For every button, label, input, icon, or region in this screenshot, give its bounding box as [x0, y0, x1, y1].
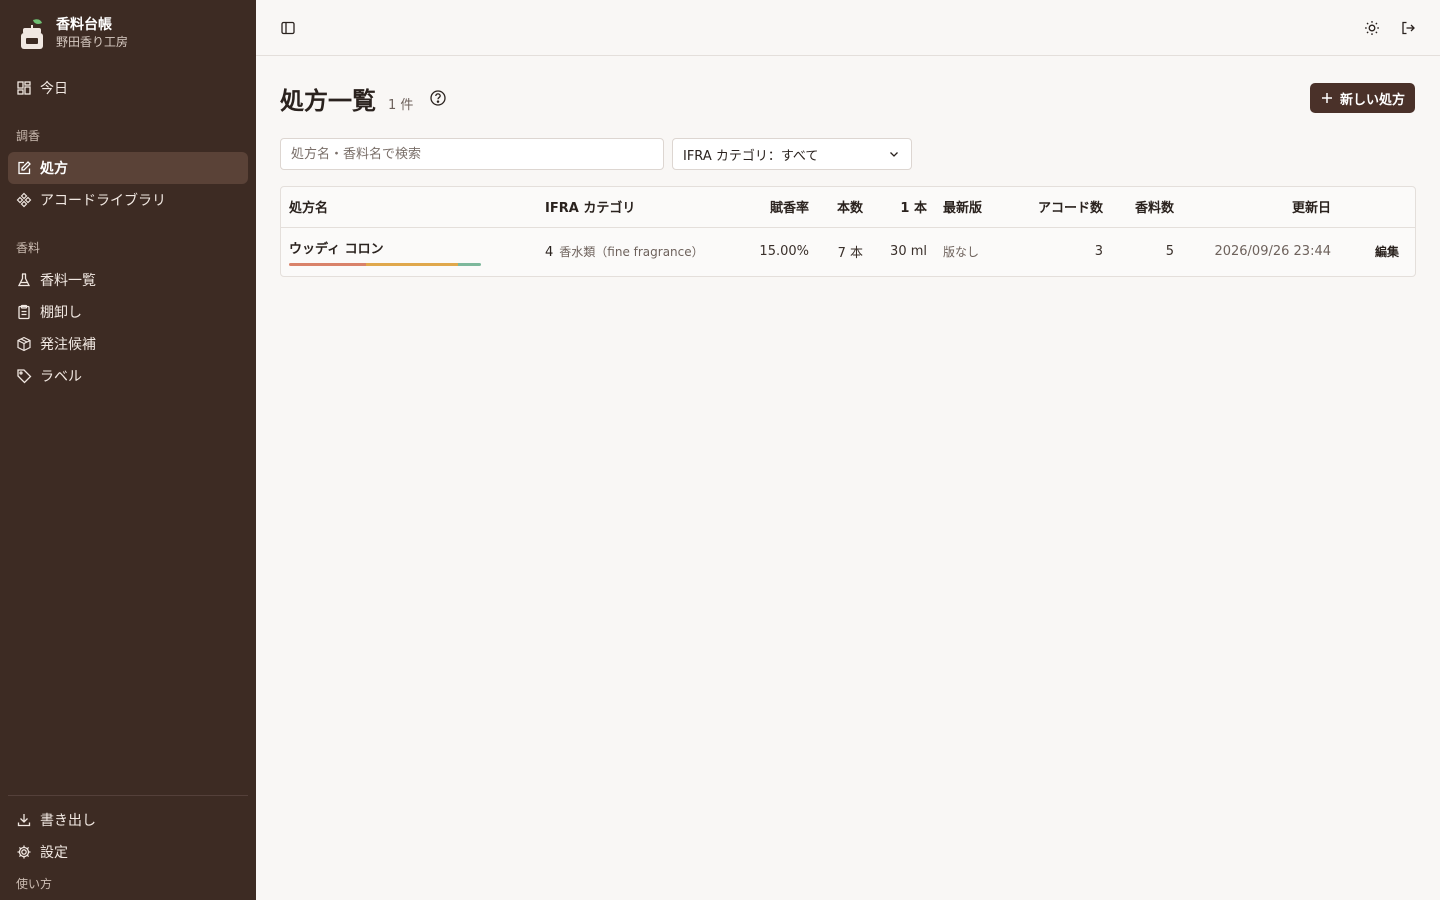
accord-composition-bar	[289, 262, 481, 266]
table-row[interactable]: ウッディ コロン 4 香水類（fine fragrance） 15.00% 7 本…	[281, 227, 1415, 276]
recipe-name-link[interactable]: ウッディ コロン	[289, 238, 529, 257]
sidebar-item-label: 発注候補	[40, 337, 96, 353]
column-header-actions	[1339, 187, 1415, 228]
nav-group-label: 香料	[16, 241, 41, 255]
ifra-number: 4	[545, 245, 554, 261]
sidebar-item-label: 書き出し	[40, 813, 96, 829]
sidebar-item-settings[interactable]: 設定	[8, 836, 248, 868]
sidebar-item-label: 棚卸し	[40, 305, 82, 321]
cell-volume: 30 ml	[890, 244, 927, 260]
sun-icon	[1365, 20, 1379, 35]
nav-group-label: 調香	[16, 129, 41, 143]
sidebar-item-export[interactable]: 書き出し	[8, 804, 248, 836]
cell-actions: 編集	[1339, 227, 1415, 276]
sidebar-item-recipes[interactable]: 処方	[8, 152, 248, 184]
cell-updated: 2026/09/26 23:44	[1182, 227, 1339, 276]
recipes-table: 処方名 IFRA カテゴリ 賦香率 本数 1 本 最新版 アコード数 香料数 更…	[280, 186, 1416, 277]
edit-button[interactable]: 編集	[1375, 245, 1399, 259]
new-recipe-label: 新しい処方	[1339, 92, 1405, 108]
accord-segment	[289, 262, 366, 266]
logout-icon	[1402, 21, 1415, 34]
app-root: 香料台帳 野田香り工房 今日 調香 処方 アコードライブラリ 香料 香料一覧 棚…	[0, 0, 1440, 900]
sidebar-item-today[interactable]: 今日	[8, 72, 248, 104]
topbar-actions	[1356, 12, 1424, 44]
cell-count: 7 本	[837, 246, 863, 262]
brand-subtitle: 野田香り工房	[56, 35, 129, 49]
edit-icon	[16, 160, 32, 176]
cell-ratio: 15.00%	[759, 244, 809, 260]
sidebar-item-label: アコードライブラリ	[40, 193, 166, 209]
sidebar-toggle-icon	[281, 21, 295, 34]
cell-ifra: 4 香水類（fine fragrance）	[537, 227, 733, 276]
cell-latest: 版なし	[935, 227, 1017, 276]
gear-icon	[16, 844, 32, 860]
clipboard-icon	[16, 304, 32, 320]
brand-title: 香料台帳	[56, 17, 112, 33]
sidebar-item-inventory[interactable]: 棚卸し	[8, 296, 248, 328]
diamonds-icon	[16, 192, 32, 208]
filter-bar: IFRA カテゴリ：すべて	[280, 138, 1416, 170]
column-header-ratio[interactable]: 賦香率	[733, 187, 817, 228]
column-header-volume[interactable]: 1 本	[871, 187, 935, 228]
download-icon	[16, 812, 32, 828]
usage-link[interactable]: 使い方	[0, 868, 256, 900]
divider	[8, 795, 248, 796]
plus-icon	[1321, 93, 1332, 103]
page-header: 処方一覧 1 件 新しい処方	[280, 81, 1416, 115]
page-content: 処方一覧 1 件 新しい処方 IFRA カテゴリ：すべて	[256, 56, 1440, 277]
sidebar-item-materials[interactable]: 香料一覧	[8, 264, 248, 296]
column-header-latest[interactable]: 最新版	[935, 187, 1017, 228]
logout-button[interactable]	[1392, 12, 1424, 44]
new-recipe-button[interactable]: 新しい処方	[1309, 83, 1415, 113]
column-header-materials[interactable]: 香料数	[1111, 187, 1182, 228]
page-title-group: 処方一覧 1 件	[280, 81, 447, 116]
cell-materials: 5	[1165, 244, 1174, 260]
sidebar-item-accord-library[interactable]: アコードライブラリ	[8, 184, 248, 216]
sidebar-toggle-button[interactable]	[272, 12, 304, 44]
updated-date: 2026/09/26 23:44	[1214, 244, 1331, 260]
cell-accords: 3	[1094, 244, 1103, 260]
ifra-category-select[interactable]: IFRA カテゴリ：すべて	[672, 138, 912, 170]
column-header-count[interactable]: 本数	[817, 187, 871, 228]
dashboard-icon	[16, 80, 32, 96]
topbar	[256, 0, 1440, 56]
main-area: 処方一覧 1 件 新しい処方 IFRA カテゴリ：すべて	[256, 0, 1440, 900]
page-title: 処方一覧	[280, 86, 376, 115]
ifra-description: 香水類（fine fragrance）	[559, 245, 704, 260]
sidebar-footer: 書き出し 設定 使い方	[0, 795, 256, 900]
app-logo-icon	[16, 16, 44, 50]
sidebar-item-labels[interactable]: ラベル	[8, 360, 248, 392]
column-header-name[interactable]: 処方名	[281, 187, 537, 228]
latest-version: 版なし	[943, 245, 980, 260]
recipe-count: 1 件	[388, 97, 414, 113]
sidebar-item-label: 処方	[40, 161, 68, 177]
flask-icon	[16, 272, 32, 288]
sidebar: 香料台帳 野田香り工房 今日 調香 処方 アコードライブラリ 香料 香料一覧 棚…	[0, 0, 256, 900]
accord-segment	[457, 262, 481, 266]
theme-toggle-button[interactable]	[1356, 12, 1388, 44]
column-header-accords[interactable]: アコード数	[1017, 187, 1111, 228]
brand[interactable]: 香料台帳 野田香り工房	[0, 0, 256, 66]
chevron-down-icon	[890, 152, 898, 157]
tag-icon	[16, 368, 32, 384]
sidebar-item-label: 今日	[40, 81, 68, 97]
column-header-ifra[interactable]: IFRA カテゴリ	[537, 187, 733, 228]
package-icon	[16, 336, 32, 352]
search-input[interactable]	[280, 138, 664, 170]
sidebar-item-order-candidates[interactable]: 発注候補	[8, 328, 248, 360]
accord-segment	[365, 262, 458, 266]
column-header-updated[interactable]: 更新日	[1182, 187, 1339, 228]
sidebar-item-label: 香料一覧	[40, 273, 96, 289]
ifra-select-value: IFRA カテゴリ：すべて	[683, 148, 819, 164]
help-icon[interactable]	[429, 89, 447, 107]
cell-name: ウッディ コロン	[281, 227, 537, 276]
sidebar-item-label: ラベル	[40, 369, 82, 385]
table-header-row: 処方名 IFRA カテゴリ 賦香率 本数 1 本 最新版 アコード数 香料数 更…	[281, 187, 1415, 228]
sidebar-item-label: 設定	[40, 845, 68, 861]
